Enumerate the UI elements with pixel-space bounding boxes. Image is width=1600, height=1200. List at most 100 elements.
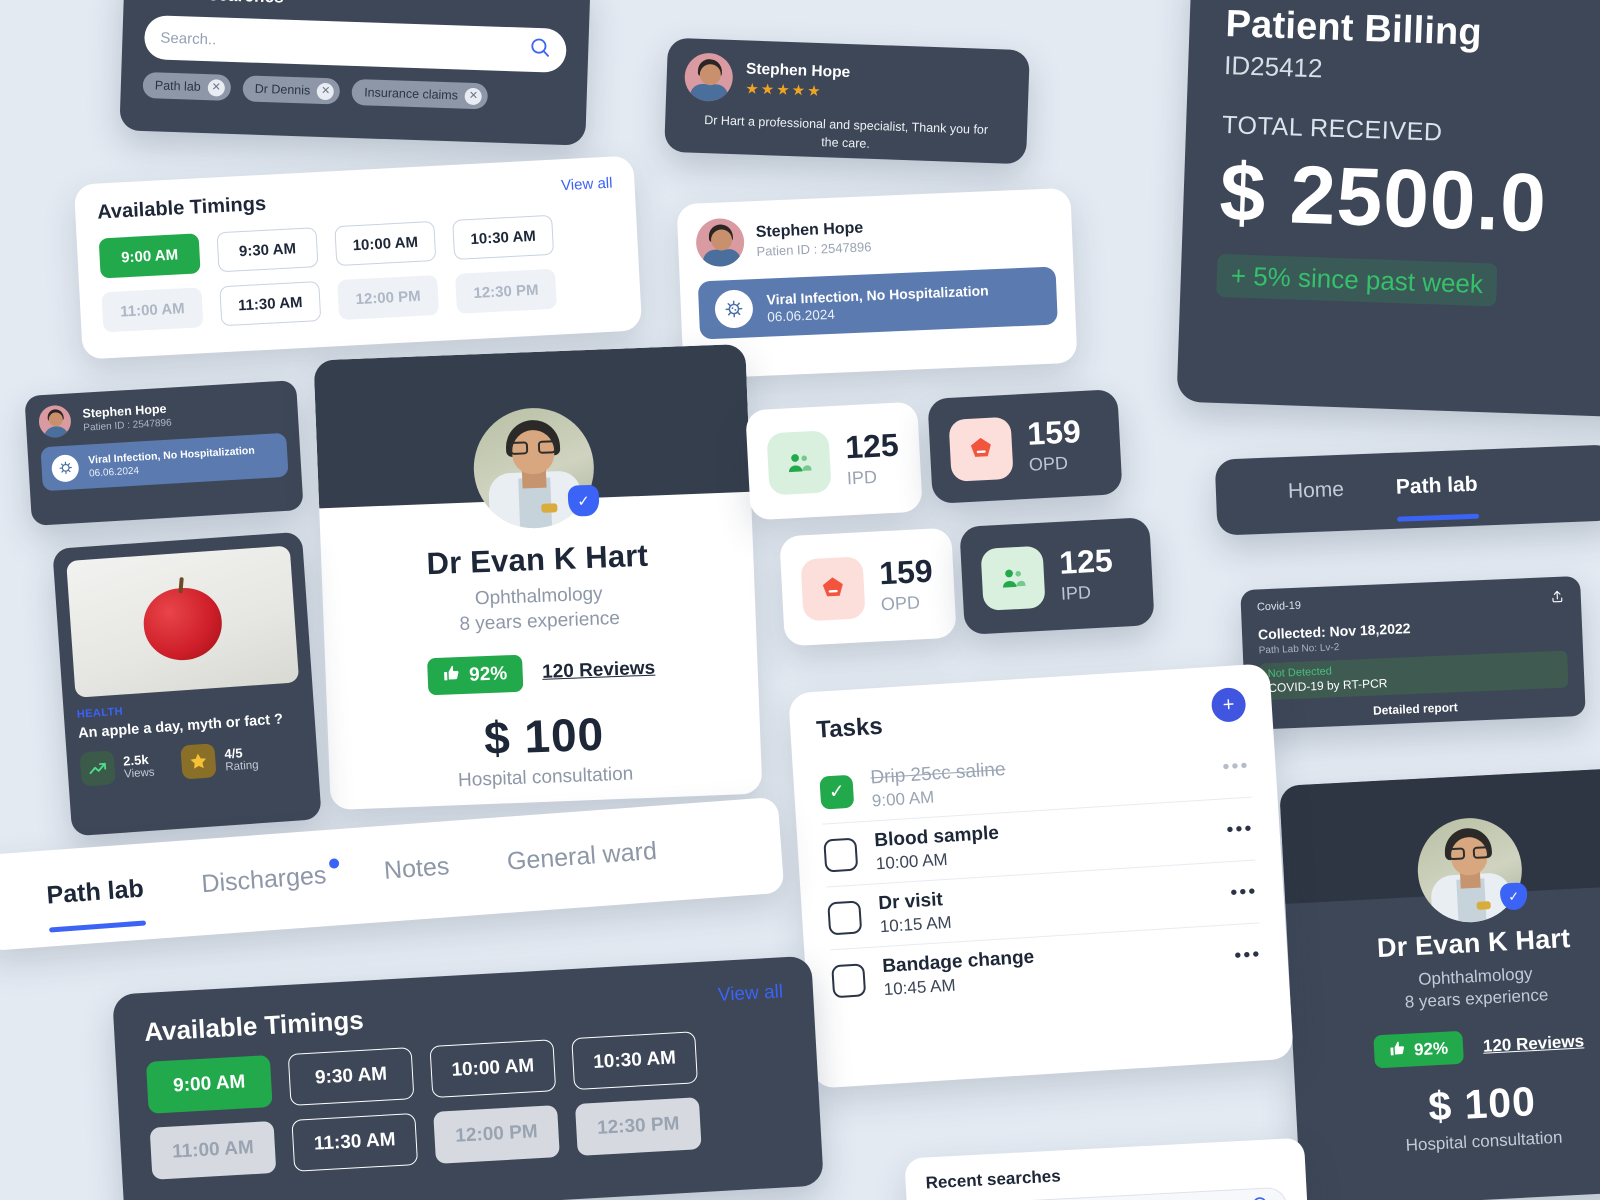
- star-rating-icon: ★★★★★: [745, 79, 823, 100]
- covid-report-card: Covid-19 Collected: Nov 18,2022 Path Lab…: [1240, 575, 1586, 731]
- virus-icon: [50, 453, 80, 483]
- timings-title: Available Timings: [143, 1004, 365, 1047]
- search-chip[interactable]: Dr Dennis ✕: [242, 75, 341, 105]
- timeslot[interactable]: 10:30 AM: [452, 214, 555, 260]
- search-placeholder: Search..: [160, 29, 217, 48]
- doctor-profile-card-dark: ✓ Dr Evan K Hart Ophthalmology 8 years e…: [1279, 766, 1600, 1200]
- view-all-link[interactable]: View all: [717, 981, 783, 1007]
- stat-label: IPD: [846, 466, 878, 489]
- close-icon[interactable]: ✕: [316, 82, 335, 100]
- close-icon[interactable]: ✕: [464, 87, 483, 105]
- tasks-list: ✓ Drip 25cc saline 9:00 AM ••• Blood sam…: [818, 734, 1263, 1013]
- search-icon[interactable]: [528, 35, 553, 65]
- health-article-card[interactable]: HEALTH An apple a day, myth or fact ? 2.…: [52, 531, 322, 837]
- stat-card-opd-dark[interactable]: 159 OPD: [927, 389, 1123, 504]
- reviewer-name: Stephen Hope: [745, 59, 851, 81]
- stat-card-opd-light[interactable]: 159 OPD: [779, 527, 957, 647]
- search-input[interactable]: Search..: [143, 15, 567, 73]
- people-icon: [980, 545, 1046, 611]
- chip-label: Path lab: [154, 78, 201, 94]
- timeslot-disabled: 11:00 AM: [149, 1120, 277, 1180]
- task-checkbox[interactable]: [823, 837, 859, 873]
- reviews-link[interactable]: 120 Reviews: [1482, 1031, 1584, 1056]
- recent-searches-card-dark: Recent searches Search.. Path lab ✕ Dr D…: [119, 0, 591, 146]
- tab-path-lab[interactable]: Path lab: [45, 874, 147, 933]
- trending-up-icon: [79, 750, 116, 787]
- thumbs-up-icon: [443, 664, 462, 689]
- stat-card-ipd-light[interactable]: 125 IPD: [745, 401, 923, 521]
- tab-general-ward[interactable]: General ward: [506, 836, 658, 882]
- timeslot[interactable]: 10:00 AM: [334, 220, 437, 267]
- timeslot[interactable]: 10:00 AM: [429, 1039, 557, 1099]
- views-stat: 2.5k Views: [79, 748, 156, 787]
- detailed-report-link[interactable]: Detailed report: [1261, 696, 1569, 723]
- more-options-icon[interactable]: •••: [1230, 880, 1258, 904]
- timeslot[interactable]: 11:30 AM: [219, 281, 322, 327]
- tasks-title: Tasks: [815, 712, 884, 744]
- close-icon[interactable]: ✕: [207, 78, 226, 97]
- timings-title: Available Timings: [96, 192, 267, 224]
- stat-value: 125: [1058, 542, 1114, 581]
- patient-id: Patien ID : 2547896: [756, 238, 872, 259]
- search-chip[interactable]: Path lab ✕: [142, 71, 232, 101]
- more-options-icon[interactable]: •••: [1234, 943, 1262, 967]
- tab-discharges[interactable]: Discharges: [200, 857, 340, 905]
- people-icon: [766, 430, 832, 496]
- more-options-icon[interactable]: •••: [1222, 755, 1250, 779]
- view-all-link[interactable]: View all: [561, 175, 613, 195]
- timeslot[interactable]: 9:00 AM: [145, 1055, 273, 1114]
- search-icon[interactable]: [1250, 1194, 1273, 1200]
- status-badge: + 5% since past week: [1216, 253, 1498, 307]
- tab-path-lab[interactable]: Path lab: [1395, 473, 1479, 522]
- share-icon[interactable]: [1549, 589, 1565, 610]
- tab-bar-dark: Home Path lab: [1214, 444, 1600, 536]
- more-options-icon[interactable]: •••: [1226, 818, 1254, 842]
- views-label: Views: [123, 765, 155, 781]
- recent-searches-title: Recent searches: [146, 0, 568, 17]
- timeslot-disabled: 11:00 AM: [101, 287, 204, 333]
- review-text: Dr Hart a professional and specialist, T…: [704, 113, 989, 151]
- thumbs-up-icon: [1389, 1039, 1407, 1062]
- patient-review-card: Stephen Hope ★★★★★ Dr Hart a professiona…: [664, 37, 1030, 165]
- diagnosis-banner[interactable]: Viral Infection, No Hospitalization 06.0…: [40, 432, 289, 492]
- plus-icon: +: [1222, 693, 1236, 717]
- patient-header: Stephen Hope Patien ID : 2547896: [695, 205, 1055, 268]
- timeslot[interactable]: 11:30 AM: [291, 1112, 419, 1172]
- task-checkbox[interactable]: [827, 899, 863, 935]
- hospital-bed-icon: [800, 556, 866, 622]
- doctor-rating-row: 92% 120 Reviews: [345, 647, 738, 699]
- timeslot-grid: 9:00 AM 9:30 AM 10:00 AM 10:30 AM 11:00 …: [98, 212, 619, 333]
- recent-searches-title: Recent searches: [925, 1166, 1062, 1193]
- doctor-avatar-wrap: ✓: [1415, 815, 1528, 925]
- add-task-button[interactable]: +: [1210, 686, 1247, 723]
- recent-search-chips: Path lab ✕ Dr Dennis ✕ Insurance claims …: [142, 71, 565, 112]
- timeslot[interactable]: 9:00 AM: [98, 233, 201, 279]
- stat-label: OPD: [880, 592, 921, 615]
- doctor-rating-row: 92% 120 Reviews: [1308, 1021, 1600, 1072]
- search-chip[interactable]: Insurance claims ✕: [351, 78, 489, 110]
- tab-label: Discharges: [200, 860, 328, 898]
- ui-component-collage: Recent searches Search.. Path lab ✕ Dr D…: [0, 0, 1600, 1200]
- review-header: Stephen Hope ★★★★★: [683, 52, 1011, 111]
- timeslot[interactable]: 9:30 AM: [287, 1047, 415, 1106]
- stat-label: IPD: [1060, 582, 1092, 604]
- available-timings-card-dark: Available Timings View all 9:00 AM 9:30 …: [112, 955, 824, 1200]
- doctor-profile-card-light: ✓ Dr Evan K Hart Ophthalmology 8 years e…: [313, 343, 763, 811]
- reviews-link[interactable]: 120 Reviews: [542, 657, 656, 683]
- tab-notes[interactable]: Notes: [383, 852, 451, 892]
- timeslot[interactable]: 9:30 AM: [216, 227, 319, 273]
- stat-card-ipd-dark[interactable]: 125 IPD: [959, 517, 1155, 635]
- timeslot-disabled: 12:00 PM: [337, 274, 440, 321]
- doctor-name: Dr Evan K Hart: [425, 537, 649, 582]
- timeslot[interactable]: 10:30 AM: [571, 1031, 698, 1091]
- tab-home[interactable]: Home: [1288, 478, 1345, 510]
- timeslot-disabled: 12:30 PM: [454, 268, 557, 314]
- task-checkbox[interactable]: [831, 962, 867, 998]
- task-checkbox[interactable]: ✓: [819, 774, 855, 810]
- timeslot-grid: 9:00 AM 9:30 AM 10:00 AM 10:30 AM 11:00 …: [145, 1026, 792, 1180]
- article-stats: 2.5k Views 4/5 Rating: [79, 737, 306, 787]
- rating-label: Rating: [224, 758, 259, 774]
- tab-label: Path lab: [45, 874, 145, 910]
- verified-badge-icon: ✓: [567, 484, 600, 517]
- diagnosis-banner[interactable]: Viral Infection, No Hospitalization 06.0…: [697, 266, 1058, 340]
